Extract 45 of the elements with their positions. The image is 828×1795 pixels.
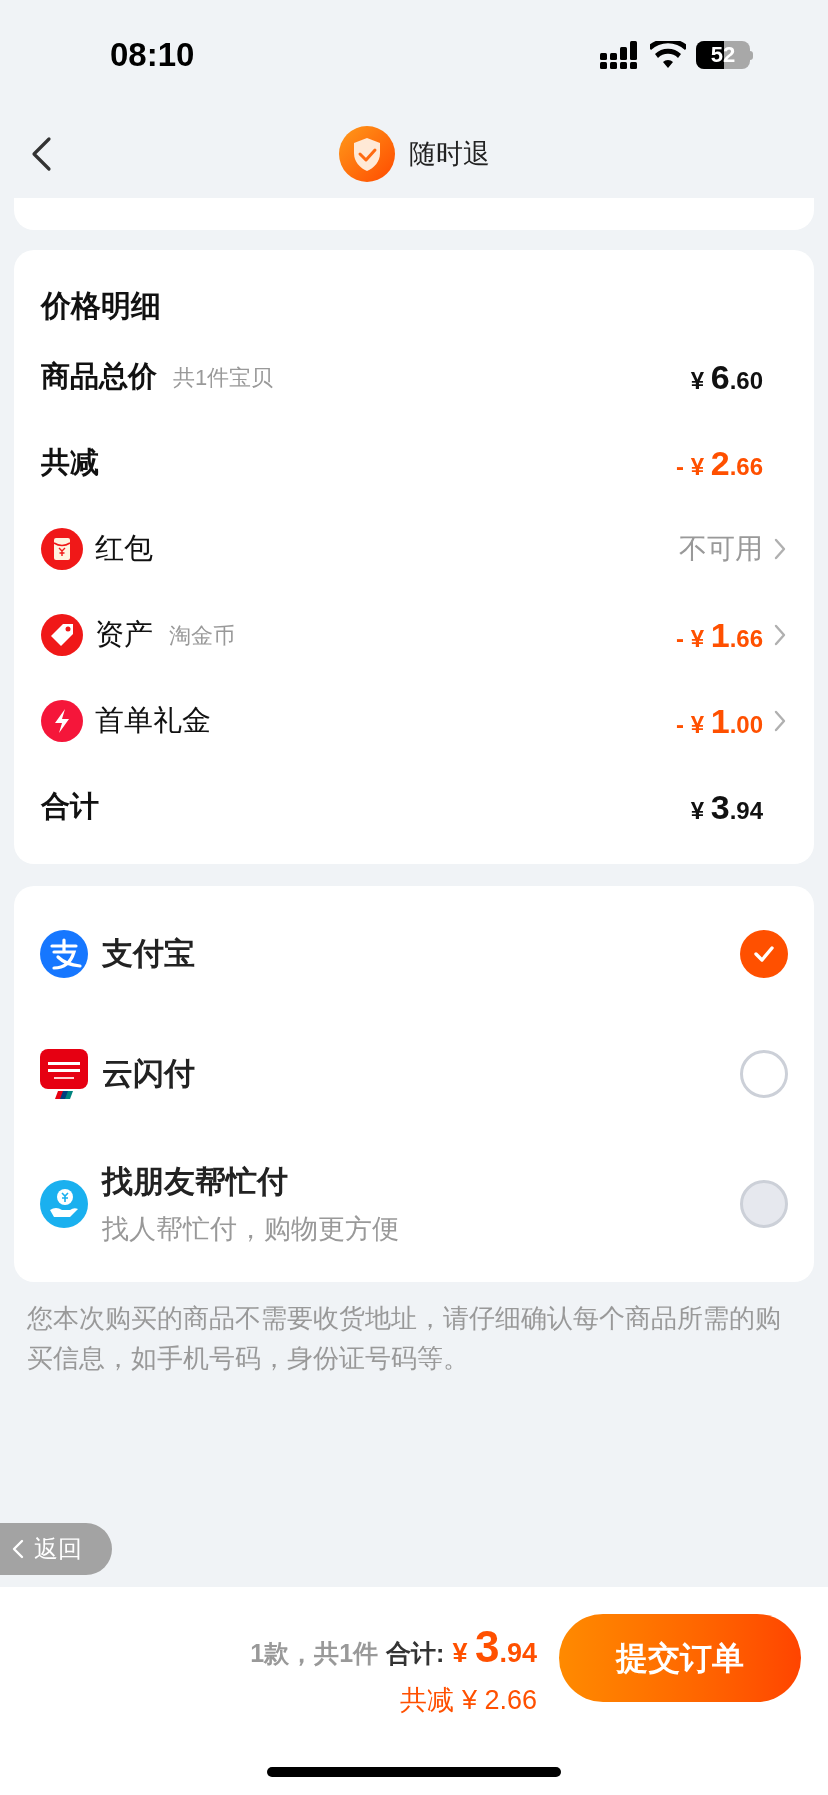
section-title: 价格明细 [41,287,162,324]
shield-check-icon [338,126,395,182]
check-icon [753,945,775,963]
row-value: - ¥ 1.00 [676,700,763,742]
status-time: 08:10 [110,35,195,76]
chevron-right-icon [773,709,787,733]
row-value: - ¥ 1.66 [676,614,763,656]
signal-icon [600,41,640,69]
chevron-right-icon [773,537,787,561]
row-label: 共减 [41,445,99,481]
radio-button[interactable] [740,1050,788,1098]
page-title: 随时退 [408,137,490,171]
total-label: 合计: [386,1638,445,1669]
payment-subtitle: 找人帮忙付，购物更方便 [102,1213,400,1246]
row-note: 淘金币 [169,621,235,650]
radio-button[interactable] [740,930,788,978]
payment-logo-icon [40,1180,88,1228]
row-value: ¥ 3.94 [690,786,763,828]
total-price: ¥ 3.94 [452,1621,537,1673]
wifi-icon [650,41,686,69]
row-value: - ¥ 2.66 [676,442,763,484]
payment-logo-icon [40,930,88,978]
row-label: 首单礼金 [95,703,211,739]
payment-option[interactable]: 支付宝 [40,894,788,1014]
row-label: 合计 [41,789,99,825]
tag-icon [41,614,83,656]
payment-option[interactable]: 云闪付 [40,1014,788,1134]
row-note: 共1件宝贝 [173,363,274,392]
item-count: 1款，共1件 [250,1638,379,1669]
payment-name: 支付宝 [102,934,196,973]
chevron-left-icon [30,136,52,172]
payment-name: 云闪付 [102,1054,196,1093]
row-value: ¥ 6.60 [690,356,763,398]
lightning-icon [41,700,83,742]
row-label: 商品总价 [41,359,157,395]
chevron-right-icon [773,623,787,647]
row-label: 资产 [95,617,153,653]
payment-logo-icon [40,1049,88,1099]
notice-text: 您本次购买的商品不需要收货地址，请仔细确认每个商品所需的购买信息，如手机号码，身份证号码等。 [27,1303,782,1374]
row-value: 不可用 [679,532,763,566]
envelope-icon [41,528,83,570]
payment-name: 找朋友帮忙付 [102,1162,289,1201]
chevron-left-icon [12,1539,24,1559]
discount-total: 共减 ¥ 2.66 [400,1684,537,1717]
row-label: 红包 [95,531,153,567]
